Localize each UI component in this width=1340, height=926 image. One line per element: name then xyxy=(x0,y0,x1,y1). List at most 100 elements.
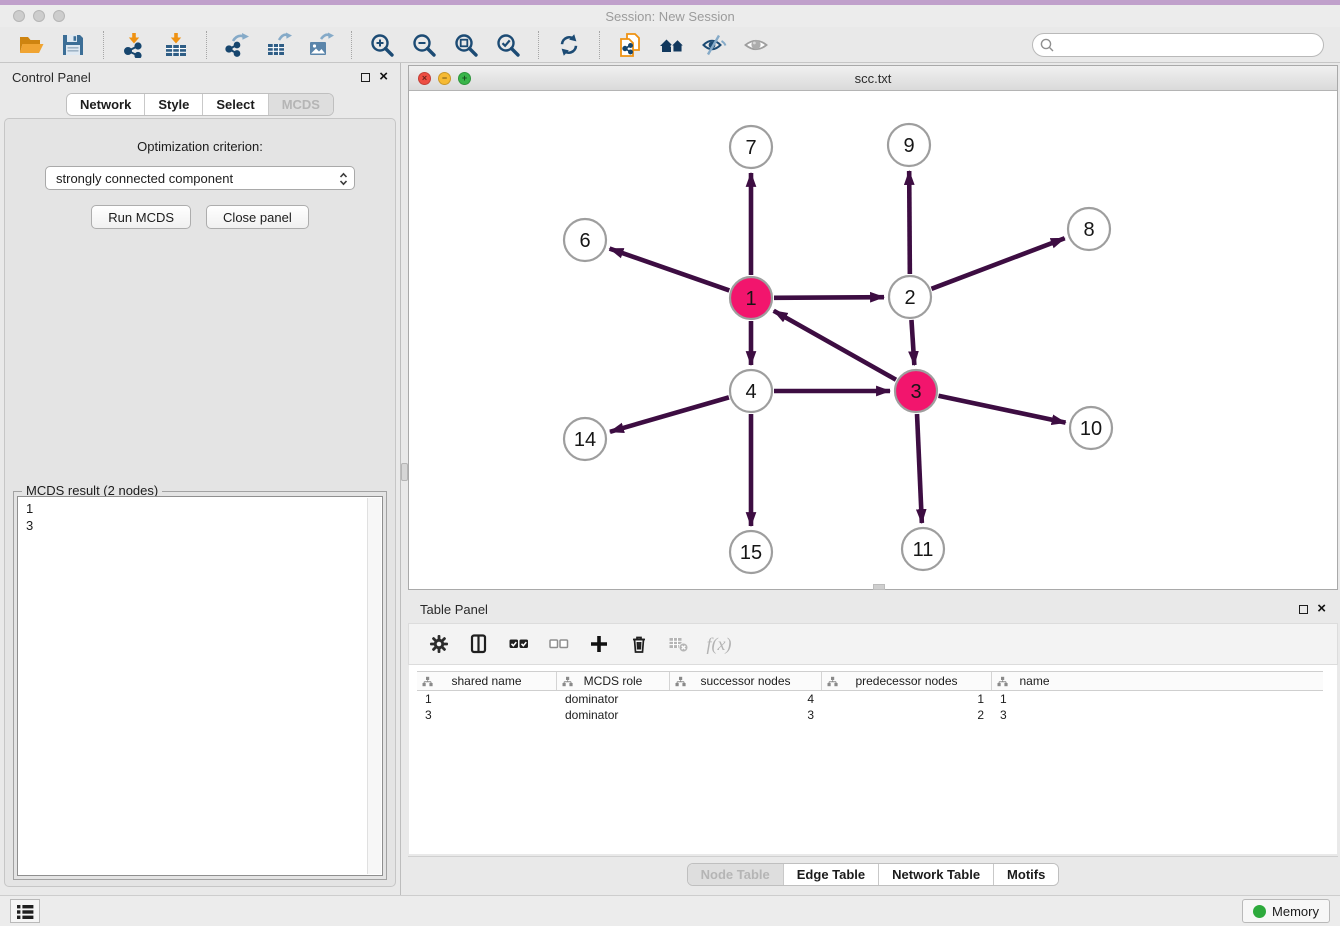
graph-node-10[interactable]: 10 xyxy=(1070,407,1112,449)
status-bar: Memory xyxy=(0,895,1340,926)
toolbar-divider xyxy=(599,31,600,59)
control-panel-title: Control Panel xyxy=(12,70,91,85)
graph-edge-3-11[interactable] xyxy=(917,414,922,523)
table-toolbar: f(x) xyxy=(408,623,1338,665)
network-view[interactable]: 7 9 6 8 1 2 4 3 14 10 15 11 xyxy=(409,91,1337,589)
table-cell: 1 xyxy=(822,692,992,706)
float-table-panel-icon[interactable] xyxy=(1299,605,1308,614)
splitter-grip[interactable] xyxy=(401,463,408,481)
gear-icon[interactable] xyxy=(427,633,451,655)
close-panel-icon[interactable]: × xyxy=(379,72,388,82)
column-header-name[interactable]: name xyxy=(992,672,1077,690)
minimize-window-icon[interactable]: − xyxy=(438,72,451,85)
table-cell: 3 xyxy=(417,708,557,722)
close-panel-button[interactable]: Close panel xyxy=(206,205,309,229)
create-column-icon[interactable] xyxy=(587,633,611,655)
graph-node-1[interactable]: 1 xyxy=(730,277,772,319)
graph-node-8[interactable]: 8 xyxy=(1068,208,1110,250)
table-row[interactable]: 3dominator323 xyxy=(417,707,1323,723)
graph-node-2[interactable]: 2 xyxy=(889,276,931,318)
close-window-icon[interactable]: × xyxy=(418,72,431,85)
tab-mcds[interactable]: MCDS xyxy=(268,94,333,115)
refresh-icon[interactable] xyxy=(555,32,583,58)
table-tab-motifs[interactable]: Motifs xyxy=(993,864,1058,885)
delete-table-icon xyxy=(667,633,691,655)
zoom-fit-icon[interactable] xyxy=(452,32,480,58)
graph-node-3[interactable]: 3 xyxy=(895,370,937,412)
import-network-icon[interactable] xyxy=(120,32,148,58)
svg-text:10: 10 xyxy=(1080,418,1102,440)
result-scrollbar[interactable] xyxy=(367,498,381,874)
clone-network-icon[interactable] xyxy=(616,32,644,58)
import-table-icon[interactable] xyxy=(162,32,190,58)
select-all-icon[interactable] xyxy=(507,633,531,655)
table-row[interactable]: 1dominator411 xyxy=(417,691,1323,707)
column-header-successor-nodes[interactable]: successor nodes xyxy=(670,672,822,690)
open-folder-icon[interactable] xyxy=(17,32,45,58)
network-traffic-lights: × − + xyxy=(418,72,471,85)
graph-node-6[interactable]: 6 xyxy=(564,219,606,261)
table-tabs-bar: Node TableEdge TableNetwork TableMotifs xyxy=(408,856,1338,892)
search-icon xyxy=(1039,37,1055,53)
column-label: MCDS role xyxy=(584,674,643,688)
graph-edge-1-6[interactable] xyxy=(610,249,730,291)
network-resize-grip[interactable] xyxy=(873,584,885,590)
panel-splitter[interactable] xyxy=(400,63,408,895)
mcds-result-fieldset: MCDS result (2 nodes) 13 xyxy=(13,491,387,880)
svg-text:1: 1 xyxy=(745,288,756,310)
home-icon[interactable] xyxy=(658,32,686,58)
svg-text:9: 9 xyxy=(903,135,914,157)
graph-edge-1-2[interactable] xyxy=(774,297,884,298)
zoom-selected-icon[interactable] xyxy=(494,32,522,58)
graph-node-7[interactable]: 7 xyxy=(730,126,772,168)
close-table-panel-icon[interactable]: × xyxy=(1317,604,1326,614)
graph-node-15[interactable]: 15 xyxy=(730,531,772,573)
run-mcds-button[interactable]: Run MCDS xyxy=(91,205,191,229)
float-panel-icon[interactable] xyxy=(361,73,370,82)
table-tab-node-table[interactable]: Node Table xyxy=(688,864,783,885)
task-history-button[interactable] xyxy=(10,899,40,923)
table-tab-edge-table[interactable]: Edge Table xyxy=(783,864,878,885)
graph-edge-2-9[interactable] xyxy=(909,171,910,274)
export-image-icon[interactable] xyxy=(307,32,335,58)
graph-edge-3-1[interactable] xyxy=(774,311,896,380)
main-area: Control Panel × NetworkStyleSelectMCDS O… xyxy=(0,63,1340,895)
export-table-icon[interactable] xyxy=(265,32,293,58)
column-header-shared-name[interactable]: shared name xyxy=(417,672,557,690)
graph-node-11[interactable]: 11 xyxy=(902,528,944,570)
tab-style[interactable]: Style xyxy=(144,94,202,115)
svg-text:14: 14 xyxy=(574,429,596,451)
mcds-result-box[interactable]: 13 xyxy=(17,496,383,876)
table-tab-network-table[interactable]: Network Table xyxy=(878,864,993,885)
graph-node-9[interactable]: 9 xyxy=(888,124,930,166)
mcds-tab-content: Optimization criterion: strongly connect… xyxy=(4,118,396,887)
graph-edge-2-3[interactable] xyxy=(911,320,914,365)
column-header-predecessor-nodes[interactable]: predecessor nodes xyxy=(822,672,992,690)
tab-network[interactable]: Network xyxy=(67,94,144,115)
graph-node-14[interactable]: 14 xyxy=(564,418,606,460)
criterion-select[interactable]: strongly connected component xyxy=(45,166,355,190)
graph-edge-4-14[interactable] xyxy=(610,397,729,431)
hide-eye-icon[interactable] xyxy=(700,32,728,58)
save-floppy-icon[interactable] xyxy=(59,32,87,58)
control-panel-tabs: NetworkStyleSelectMCDS xyxy=(66,93,334,116)
tab-select[interactable]: Select xyxy=(202,94,267,115)
memory-button[interactable]: Memory xyxy=(1242,899,1330,923)
show-columns-icon[interactable] xyxy=(467,633,491,655)
graph-edge-2-8[interactable] xyxy=(932,238,1065,289)
table-cell: 2 xyxy=(822,708,992,722)
export-network-icon[interactable] xyxy=(223,32,251,58)
zoom-out-icon[interactable] xyxy=(410,32,438,58)
deselect-all-icon[interactable] xyxy=(547,633,571,655)
column-header-MCDS-role[interactable]: MCDS role xyxy=(557,672,670,690)
table-body: 1dominator4113dominator323 xyxy=(417,691,1323,723)
graph-node-4[interactable]: 4 xyxy=(730,370,772,412)
maximize-window-icon[interactable]: + xyxy=(458,72,471,85)
search-input[interactable] xyxy=(1032,33,1324,57)
list-icon xyxy=(15,902,35,921)
graph-edge-3-10[interactable] xyxy=(939,396,1066,423)
zoom-in-icon[interactable] xyxy=(368,32,396,58)
table-cell: 3 xyxy=(992,708,1077,722)
control-panel-header: Control Panel × xyxy=(0,63,400,91)
delete-column-icon[interactable] xyxy=(627,633,651,655)
